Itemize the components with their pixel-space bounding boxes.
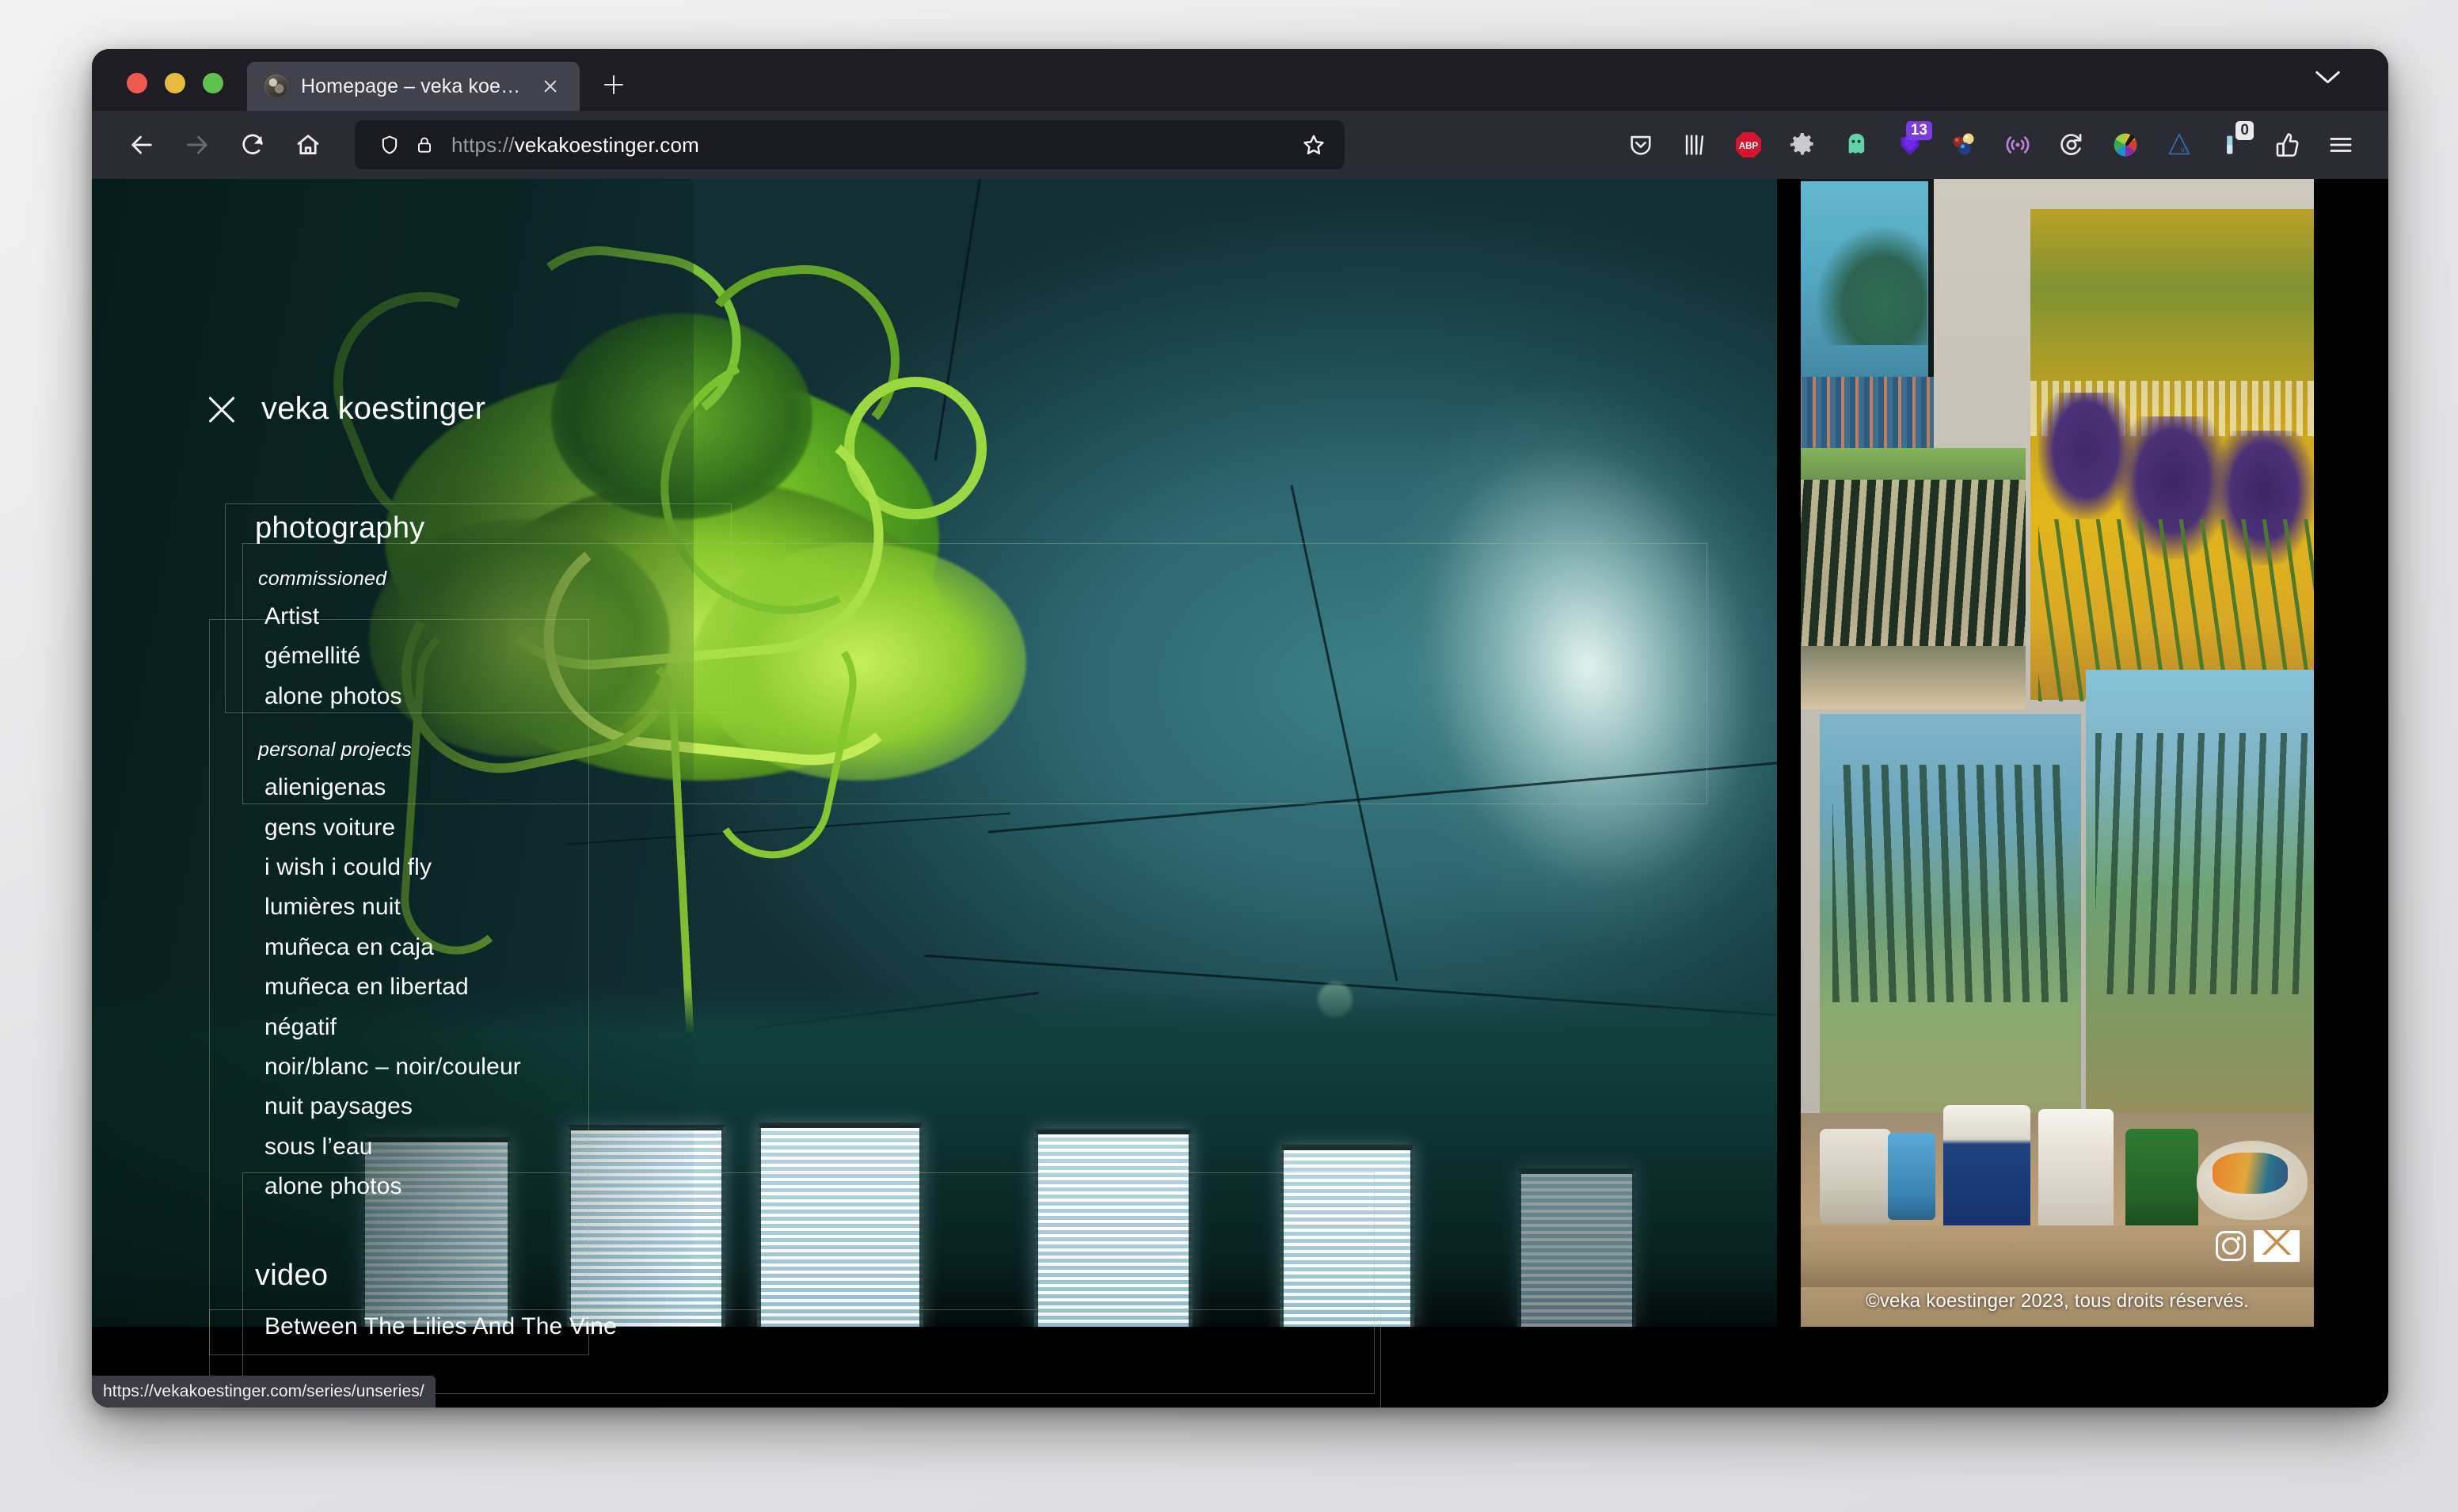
- window-minimize-button[interactable]: [165, 73, 185, 93]
- nav-header: veka koestinger: [204, 391, 485, 427]
- browser-window: Homepage – veka koestinger: [92, 49, 2388, 1408]
- sidebar-social-links: [2216, 1230, 2300, 1262]
- paint-jar: [1820, 1129, 1891, 1224]
- nav-group-label-commissioned: commissioned: [258, 568, 387, 590]
- extension-badge-count: 13: [1905, 121, 1932, 140]
- nav-heading-photography[interactable]: photography: [255, 511, 678, 545]
- close-menu-icon[interactable]: [204, 392, 239, 427]
- mail-envelope-icon[interactable]: [2254, 1230, 2300, 1262]
- copyright-notice: ©veka koestinger 2023, tous droits réser…: [1865, 1290, 2250, 1312]
- window-close-button[interactable]: [127, 73, 147, 93]
- painting-detail-crowd: [1801, 377, 1934, 450]
- paint-jar: [1943, 1105, 2030, 1236]
- adblock-plus-label: ABP: [1739, 142, 1759, 151]
- tab-strip: Homepage – veka koestinger: [92, 49, 2388, 111]
- nav-link-alone-photos-personal[interactable]: alone photos: [250, 1167, 678, 1206]
- pocket-icon[interactable]: [1614, 118, 1668, 172]
- thumb-extension-icon[interactable]: [2260, 118, 2314, 172]
- navigation-toolbar: https://vekakoestinger.com ABP 13 ax 0: [92, 111, 2388, 179]
- site-navigation-overlay: veka koestinger photography commissioned…: [92, 179, 1707, 1408]
- paint-smears: [2213, 1153, 2288, 1194]
- nav-group-label-personal-projects: personal projects: [258, 739, 412, 762]
- tracking-protection-shield-icon[interactable]: [372, 127, 407, 162]
- nav-link-alienigenas[interactable]: alienigenas: [250, 768, 678, 807]
- back-arrow-icon[interactable]: [116, 119, 168, 171]
- painting-detail-trees: [1817, 226, 1927, 345]
- site-title: veka koestinger: [261, 391, 486, 426]
- nav-link-alone-photos-commissioned[interactable]: alone photos: [250, 677, 678, 716]
- painting-lower-right-trees: [2095, 733, 2311, 994]
- padlock-icon[interactable]: [407, 127, 442, 162]
- desktop-backdrop: Homepage – veka koestinger: [0, 0, 2458, 1512]
- url-bar[interactable]: https://vekakoestinger.com: [355, 120, 1345, 169]
- hamburger-menu-icon[interactable]: [2314, 118, 2368, 172]
- blue-tool-badge-count: 0: [2235, 121, 2254, 140]
- nav-heading-video[interactable]: video: [255, 1259, 678, 1293]
- painting-forest-trees: [1801, 480, 2026, 646]
- blue-tool-icon[interactable]: 0: [2206, 118, 2260, 172]
- adblock-plus-icon[interactable]: ABP: [1722, 118, 1775, 172]
- purple-badge-icon[interactable]: 13: [1883, 118, 1937, 172]
- nav-link-muneca-en-libertad[interactable]: muñeca en libertad: [250, 967, 678, 1007]
- sidebar-photograph[interactable]: ©veka koestinger 2023, tous droits réser…: [1801, 179, 2314, 1327]
- nav-link-muneca-en-caja[interactable]: muñeca en caja: [250, 928, 678, 967]
- nav-link-lumieres-nuit[interactable]: lumières nuit: [250, 887, 678, 927]
- window-blind: [757, 1123, 923, 1327]
- color-wheel-icon[interactable]: [2098, 118, 2152, 172]
- home-icon[interactable]: [282, 119, 334, 171]
- paint-jar: [2125, 1129, 2198, 1232]
- instagram-icon[interactable]: [2216, 1231, 2246, 1261]
- nav-link-negatif[interactable]: négatif: [250, 1008, 678, 1047]
- paint-jar: [1888, 1133, 1935, 1220]
- triangle-ax-label: ax: [2181, 146, 2189, 154]
- url-host: vekakoestinger.com: [514, 132, 700, 157]
- url-scheme: https://: [451, 132, 515, 157]
- site-favicon: [264, 74, 288, 98]
- extension-toolbar: ABP 13 ax 0: [1362, 118, 2368, 172]
- refresh-circle-icon[interactable]: [2045, 118, 2098, 172]
- window-maximize-button[interactable]: [203, 73, 223, 93]
- browser-tab-active[interactable]: Homepage – veka koestinger: [247, 62, 580, 111]
- url-text[interactable]: https://vekakoestinger.com: [451, 133, 1292, 158]
- library-icon[interactable]: [1668, 118, 1722, 172]
- triangle-ax-icon[interactable]: ax: [2152, 118, 2206, 172]
- tab-title: Homepage – veka koestinger: [301, 74, 524, 97]
- chevron-down-icon[interactable]: [2304, 54, 2357, 106]
- status-link-preview: https://vekakoestinger.com/series/unseri…: [92, 1376, 436, 1408]
- forward-arrow-icon: [171, 119, 223, 171]
- window-blind: [1517, 1168, 1636, 1327]
- nav-link-i-wish-i-could-fly[interactable]: i wish i could fly: [250, 848, 678, 887]
- painting-lower-left-trees: [1832, 765, 2070, 1002]
- window-blind: [1280, 1145, 1414, 1327]
- ghostery-icon[interactable]: [1829, 118, 1883, 172]
- paint-jar: [2038, 1109, 2114, 1236]
- nav-link-between-the-lilies-and-the-vine[interactable]: Between The Lilies And The Vine: [250, 1307, 678, 1347]
- nav-link-gens-voiture[interactable]: gens voiture: [250, 808, 678, 848]
- nav-menu: photography commissioned Artist gémellit…: [250, 511, 678, 1408]
- nav-link-gemellite[interactable]: gémellité: [250, 636, 678, 676]
- page-viewport: veka koestinger photography commissioned…: [92, 179, 2388, 1408]
- reload-icon[interactable]: [226, 119, 279, 171]
- window-blind: [1034, 1129, 1193, 1327]
- colored-spheres-icon[interactable]: [1937, 118, 1991, 172]
- nav-link-artist[interactable]: Artist: [250, 597, 678, 636]
- broadcast-icon[interactable]: [1991, 118, 2045, 172]
- window-traffic-lights: [92, 73, 247, 111]
- nav-link-noir-blanc-noir-couleur[interactable]: noir/blanc – noir/couleur: [250, 1047, 678, 1087]
- nav-link-nuit-paysages[interactable]: nuit paysages: [250, 1087, 678, 1126]
- nav-link-sous-leau[interactable]: sous l’eau: [250, 1127, 678, 1167]
- close-icon[interactable]: [537, 73, 564, 100]
- bookmark-star-icon[interactable]: [1292, 123, 1335, 166]
- new-tab-button[interactable]: [595, 66, 632, 103]
- gear-icon[interactable]: [1775, 118, 1829, 172]
